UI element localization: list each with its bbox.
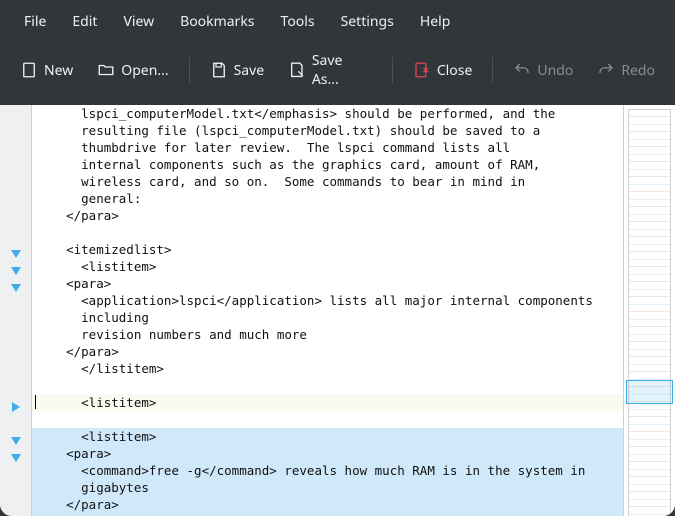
- editor-line[interactable]: [32, 224, 623, 241]
- fold-marker: [0, 211, 31, 228]
- editor-area: lspci_computerModel.txt</emphasis> shoul…: [0, 105, 675, 516]
- fold-marker: [0, 143, 31, 160]
- fold-open-icon: [11, 267, 21, 275]
- fold-marker[interactable]: [0, 398, 31, 415]
- fold-marker: [0, 415, 31, 432]
- editor-line[interactable]: <command>free -g</command> reveals how m…: [32, 462, 623, 479]
- editor-line[interactable]: </listitem>: [32, 360, 623, 377]
- menu-bookmarks[interactable]: Bookmarks: [170, 8, 264, 35]
- minimap[interactable]: [623, 105, 675, 516]
- redo-button[interactable]: Redo: [587, 55, 665, 86]
- fold-marker: [0, 228, 31, 245]
- new-button[interactable]: New: [10, 55, 83, 86]
- fold-marker[interactable]: [0, 449, 31, 466]
- close-document-icon: [413, 61, 431, 79]
- menu-view[interactable]: View: [113, 8, 164, 35]
- fold-marker: [0, 330, 31, 347]
- editor-line[interactable]: internal components such as the graphics…: [32, 156, 623, 173]
- fold-marker: [0, 500, 31, 516]
- editor-line[interactable]: <listitem>: [32, 428, 623, 445]
- menu-file[interactable]: File: [14, 8, 56, 35]
- editor-line[interactable]: <application>lspci</application> lists a…: [32, 292, 623, 309]
- fold-marker: [0, 126, 31, 143]
- redo-label: Redo: [621, 61, 655, 80]
- editor-line[interactable]: [32, 411, 623, 428]
- fold-marker: [0, 483, 31, 500]
- fold-marker: [0, 466, 31, 483]
- editor-line[interactable]: </para>: [32, 207, 623, 224]
- editor-line[interactable]: <para>: [32, 275, 623, 292]
- menu-edit[interactable]: Edit: [62, 8, 107, 35]
- save-as-button[interactable]: Save As...: [278, 45, 382, 95]
- editor-line[interactable]: including: [32, 309, 623, 326]
- save-label: Save: [234, 61, 265, 80]
- toolbar-separator: [392, 57, 393, 83]
- open-button[interactable]: Open...: [87, 55, 178, 86]
- fold-marker: [0, 177, 31, 194]
- fold-gutter[interactable]: [0, 105, 32, 516]
- fold-open-icon: [11, 250, 21, 258]
- fold-marker[interactable]: [0, 262, 31, 279]
- open-label: Open...: [121, 61, 168, 80]
- minimap-content: [628, 109, 671, 516]
- menubar: File Edit View Bookmarks Tools Settings …: [0, 0, 675, 41]
- text-editor[interactable]: lspci_computerModel.txt</emphasis> shoul…: [32, 105, 623, 516]
- editor-line[interactable]: <para>: [32, 445, 623, 462]
- toolbar-separator: [492, 57, 493, 83]
- menu-tools[interactable]: Tools: [271, 8, 325, 35]
- undo-button[interactable]: Undo: [503, 55, 583, 86]
- fold-marker: [0, 313, 31, 330]
- editor-line[interactable]: </para>: [32, 343, 623, 360]
- fold-marker[interactable]: [0, 279, 31, 296]
- folder-open-icon: [97, 61, 115, 79]
- new-label: New: [44, 61, 73, 80]
- undo-label: Undo: [537, 61, 573, 80]
- editor-line[interactable]: wireless card, and so on. Some commands …: [32, 173, 623, 190]
- undo-icon: [513, 61, 531, 79]
- menu-settings[interactable]: Settings: [331, 8, 404, 35]
- editor-line[interactable]: general:: [32, 190, 623, 207]
- fold-marker[interactable]: [0, 432, 31, 449]
- fold-open-icon: [11, 454, 21, 462]
- save-as-icon: [288, 61, 306, 79]
- fold-marker: [0, 347, 31, 364]
- editor-line[interactable]: resulting file (lspci_computerModel.txt)…: [32, 122, 623, 139]
- editor-line[interactable]: </para>: [32, 496, 623, 513]
- save-button[interactable]: Save: [200, 55, 275, 86]
- fold-marker: [0, 109, 31, 126]
- fold-marker: [0, 160, 31, 177]
- editor-line[interactable]: revision numbers and much more: [32, 326, 623, 343]
- redo-icon: [597, 61, 615, 79]
- editor-line[interactable]: <listitem>: [32, 258, 623, 275]
- save-icon: [210, 61, 228, 79]
- fold-marker: [0, 364, 31, 381]
- editor-line[interactable]: gigabytes: [32, 479, 623, 496]
- editor-line[interactable]: [32, 377, 623, 394]
- toolbar: New Open... Save Save As... Close Undo R…: [0, 41, 675, 105]
- close-label: Close: [437, 61, 473, 80]
- menu-help[interactable]: Help: [410, 8, 461, 35]
- fold-open-icon: [11, 284, 21, 292]
- new-file-icon: [20, 61, 38, 79]
- editor-line[interactable]: <itemizedlist>: [32, 241, 623, 258]
- fold-marker: [0, 296, 31, 313]
- fold-open-icon: [11, 437, 21, 445]
- save-as-label: Save As...: [312, 51, 372, 89]
- editor-line[interactable]: lspci_computerModel.txt</emphasis> shoul…: [32, 105, 623, 122]
- fold-marker[interactable]: [0, 245, 31, 262]
- fold-marker: [0, 194, 31, 211]
- fold-closed-icon: [12, 402, 20, 412]
- minimap-viewport[interactable]: [626, 380, 673, 404]
- editor-line[interactable]: thumbdrive for later review. The lspci c…: [32, 139, 623, 156]
- close-button[interactable]: Close: [403, 55, 483, 86]
- toolbar-separator: [189, 57, 190, 83]
- fold-marker: [0, 381, 31, 398]
- editor-line[interactable]: <listitem>: [32, 394, 623, 411]
